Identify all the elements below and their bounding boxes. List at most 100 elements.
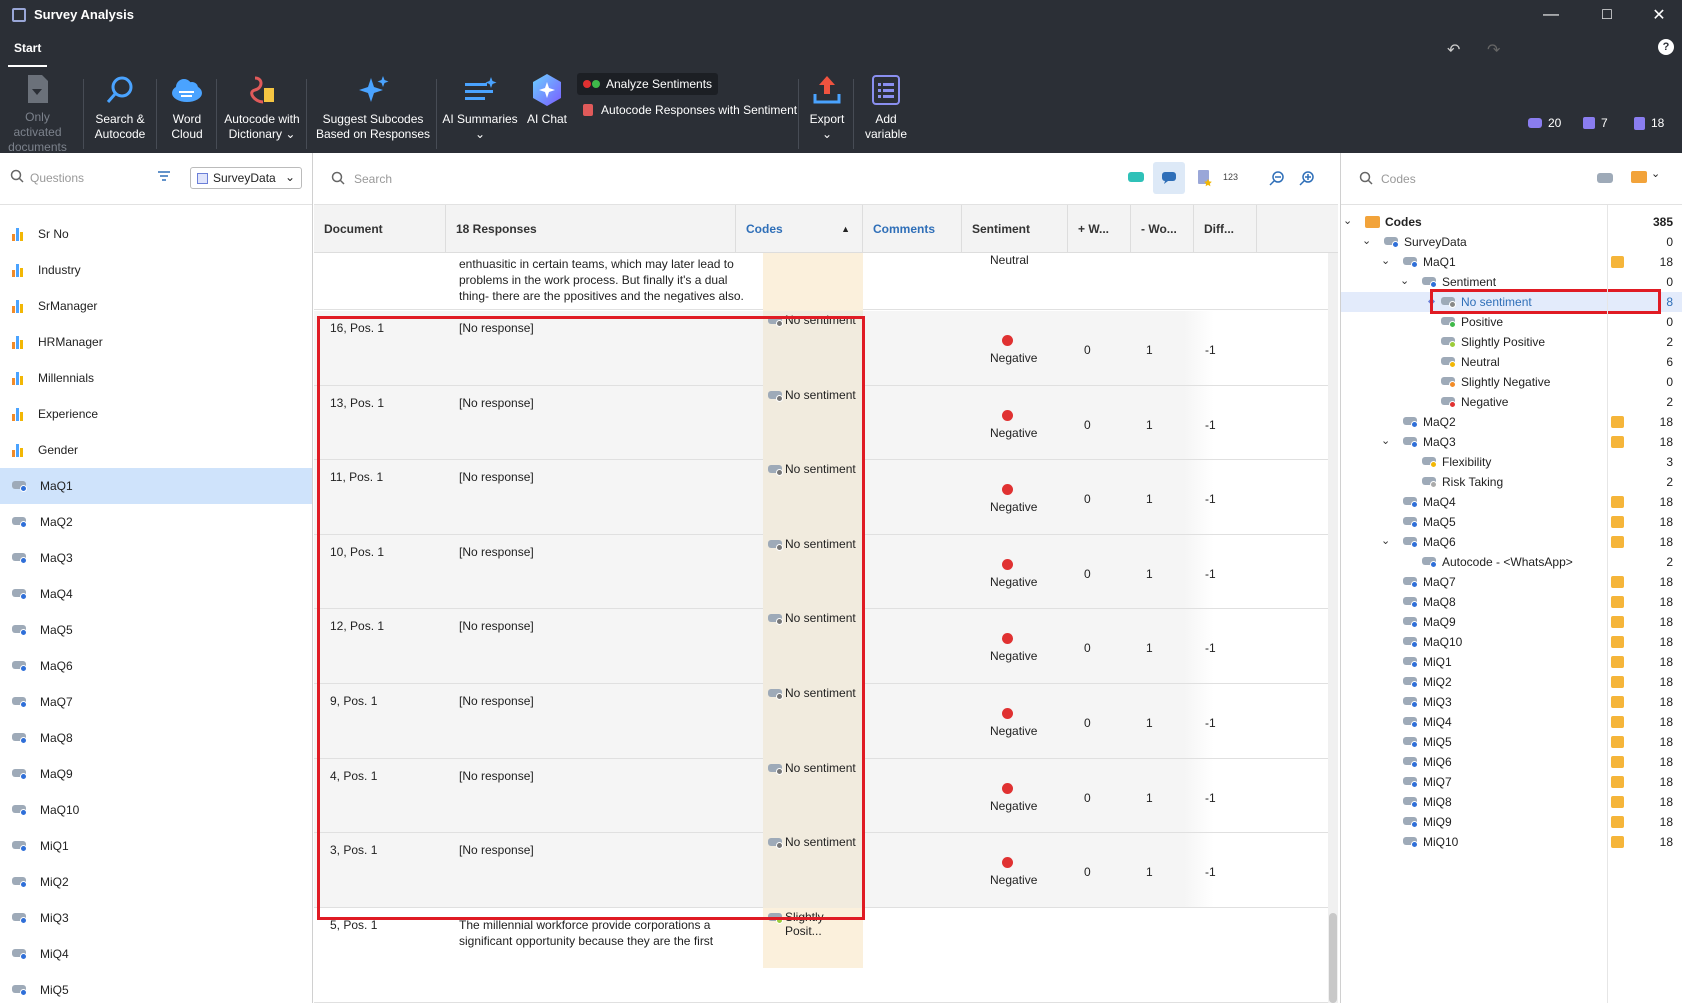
code-tree-item[interactable]: MaQ8 18 [1341,592,1682,612]
add-variable-button[interactable]: Add variable [858,73,914,151]
code-tree-item[interactable]: Slightly Positive 2 [1341,332,1682,352]
memo-icon[interactable] [1611,776,1624,788]
question-item[interactable]: SrManager [0,288,312,324]
question-item[interactable]: Industry [0,252,312,288]
code-tree-item[interactable]: Risk Taking 2 [1341,472,1682,492]
question-item[interactable]: MaQ5 [0,612,312,648]
code-tree-item[interactable]: MiQ3 18 [1341,692,1682,712]
code-tree-item[interactable]: ⌄ MaQ1 18 [1341,252,1682,272]
question-item[interactable]: Millennials [0,360,312,396]
chevron-down-icon[interactable]: ⌄ [1381,254,1390,267]
autocode-sentiment-button[interactable]: Autocode Responses with Sentiment [577,99,803,121]
filter-icon[interactable] [157,170,171,185]
numeric-icon[interactable]: 123 [1223,172,1238,182]
memo-icon[interactable] [1611,416,1624,428]
question-item[interactable]: MiQ3 [0,900,312,936]
memo-icon[interactable] [1611,536,1624,548]
question-item[interactable]: MaQ1 [0,468,312,504]
code-tree-item[interactable]: Slightly Negative 0 [1341,372,1682,392]
column-comments[interactable]: Comments [863,205,962,253]
suggest-subcodes-button[interactable]: Suggest Subcodes Based on Responses [312,73,434,151]
vertical-scrollbar[interactable] [1328,253,1338,1003]
chevron-down-icon[interactable]: ⌄ [1381,434,1390,447]
code-tree-item[interactable]: MiQ5 18 [1341,732,1682,752]
question-item[interactable]: MaQ7 [0,684,312,720]
questions-search-input[interactable]: Questions [30,171,84,185]
memo-icon[interactable] [1611,516,1624,528]
code-tree-item[interactable]: Negative 2 [1341,392,1682,412]
code-tree-item[interactable]: MiQ7 18 [1341,772,1682,792]
code-tree-item[interactable]: ⌄ MaQ6 18 [1341,532,1682,552]
code-toggle-icon[interactable] [1128,172,1144,182]
code-tree-item[interactable]: MaQ10 18 [1341,632,1682,652]
question-item[interactable]: MaQ3 [0,540,312,576]
question-item[interactable]: MaQ10 [0,792,312,828]
question-item[interactable]: MaQ9 [0,756,312,792]
code-tree-item[interactable]: MiQ6 18 [1341,752,1682,772]
help-icon[interactable]: ? [1658,39,1674,55]
autocode-dictionary-button[interactable]: Autocode with Dictionary ⌄ [219,73,305,151]
memo-icon[interactable] [1611,796,1624,808]
memo-icon[interactable] [1611,616,1624,628]
code-set-icon[interactable] [1631,171,1647,183]
code-tree-item[interactable]: Positive 0 [1341,312,1682,332]
table-row[interactable]: 5, Pos. 1 The millennial workforce provid… [314,907,1338,1003]
code-tree-item[interactable]: MaQ2 18 [1341,412,1682,432]
chevron-down-icon[interactable]: ⌄ [1362,234,1371,247]
column-responses[interactable]: 18 Responses [446,205,736,253]
comment-toggle-icon[interactable] [1153,162,1185,194]
memo-icon[interactable] [1611,676,1624,688]
column-negative-words[interactable]: - Wo... [1131,205,1194,253]
maximize-button[interactable]: □ [1584,0,1630,29]
scrollbar-thumb[interactable] [1329,913,1337,1003]
memo-icon[interactable] [1611,256,1624,268]
memo-icon[interactable] [1611,656,1624,668]
code-tree-item[interactable]: MaQ5 18 [1341,512,1682,532]
code-tree-item[interactable]: MiQ8 18 [1341,792,1682,812]
question-item[interactable]: MiQ4 [0,936,312,972]
column-positive-words[interactable]: + W... [1068,205,1131,253]
search-autocode-button[interactable]: Search & Autocode [87,73,153,151]
close-button[interactable]: ✕ [1636,0,1682,29]
code-tree-item[interactable]: MaQ7 18 [1341,572,1682,592]
question-item[interactable]: MaQ6 [0,648,312,684]
code-tree-item[interactable]: ⌄ Codes 385 [1341,212,1682,232]
undo-icon[interactable]: ↶ [1447,40,1460,60]
redo-icon[interactable]: ↷ [1487,40,1500,60]
code-tree-item[interactable]: MiQ2 18 [1341,672,1682,692]
code-tree-item[interactable]: MiQ4 18 [1341,712,1682,732]
chevron-down-icon[interactable]: ⌄ [1343,214,1352,227]
memo-icon[interactable] [1611,736,1624,748]
question-item[interactable]: MaQ2 [0,504,312,540]
column-document[interactable]: Document [314,205,446,253]
code-tree-item[interactable]: Flexibility 3 [1341,452,1682,472]
question-item[interactable]: MiQ1 [0,828,312,864]
zoom-in-icon[interactable] [1299,170,1315,189]
ai-chat-button[interactable]: AI Chat [522,73,572,151]
column-difference[interactable]: Diff... [1194,205,1257,253]
question-item[interactable]: MiQ2 [0,864,312,900]
export-button[interactable]: Export ⌄ [802,73,852,151]
dataset-select[interactable]: SurveyData ⌄ [190,167,302,189]
chevron-down-icon[interactable]: ⌄ [1400,274,1409,287]
code-tree-item[interactable]: Neutral 6 [1341,352,1682,372]
memo-icon[interactable] [1611,496,1624,508]
tab-start[interactable]: Start [8,31,48,67]
memo-icon[interactable] [1611,696,1624,708]
memo-icon[interactable] [1611,576,1624,588]
minimize-button[interactable]: — [1528,0,1574,29]
responses-search-input[interactable]: Search [354,172,392,186]
ai-summaries-button[interactable]: AI Summaries ⌄ [440,73,520,151]
zoom-out-icon[interactable] [1269,170,1285,189]
code-tree-item[interactable]: ⌄ MaQ3 18 [1341,432,1682,452]
chevron-down-icon[interactable]: ⌄ [1381,534,1390,547]
code-tree-item[interactable]: MiQ10 18 [1341,832,1682,852]
column-sentiment[interactable]: Sentiment [962,205,1068,253]
code-tree-item[interactable]: ⌄ SurveyData 0 [1341,232,1682,252]
code-tree-item[interactable]: MiQ1 18 [1341,652,1682,672]
memo-icon[interactable] [1611,836,1624,848]
question-item[interactable]: HRManager [0,324,312,360]
document-star-icon[interactable] [1196,169,1212,190]
code-tree-item[interactable]: MaQ4 18 [1341,492,1682,512]
analyze-sentiments-button[interactable]: Analyze Sentiments [577,73,719,95]
